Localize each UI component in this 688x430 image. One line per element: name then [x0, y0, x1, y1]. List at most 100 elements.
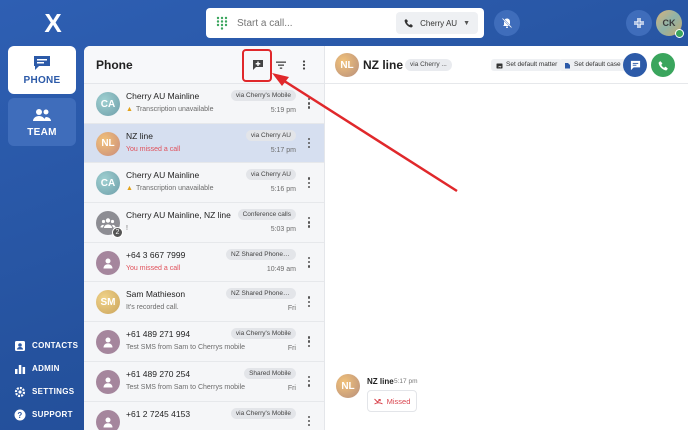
- contact-avatar: [96, 330, 120, 355]
- message-author: NZ line: [367, 377, 394, 386]
- conversation-time: Fri: [287, 305, 296, 313]
- detail-line-tag[interactable]: via Cherry ...: [405, 59, 452, 71]
- conversation-time: 5:03 pm: [270, 226, 296, 234]
- svg-text:?: ?: [17, 411, 22, 420]
- conversation-time: 5:17 pm: [270, 146, 296, 154]
- collapse-button[interactable]: [626, 10, 652, 36]
- conversation-subtitle: Test SMS from Sam to Cherrys mobile: [126, 344, 246, 352]
- phone-list-panel: Phone CA Cherry AU Mainline ▲ Transcripti…: [84, 46, 324, 430]
- conversation-name: Cherry AU Mainline: [126, 170, 200, 181]
- nav-support-label: SUPPORT: [32, 410, 73, 419]
- filter-icon[interactable]: [275, 59, 287, 71]
- contact-avatar: [96, 369, 120, 394]
- conversation-name: Cherry AU Mainline, NZ line: [126, 210, 231, 221]
- nav-settings[interactable]: SETTINGS: [14, 380, 86, 403]
- line-selector[interactable]: Cherry AU ▼: [396, 12, 478, 34]
- bell-off-icon: [501, 17, 513, 29]
- conversation-subtitle: ▲ Transcription unavailable: [126, 106, 214, 113]
- conversation-row[interactable]: +64 3 667 7999 You missed a call NZ Shar…: [84, 242, 324, 283]
- line-tag: via Cherry's Mobile: [230, 90, 296, 101]
- missed-call-icon: [373, 398, 383, 404]
- conversation-row[interactable]: +61 489 270 254 Test SMS from Sam to Che…: [84, 361, 324, 402]
- line-selector-value: Cherry AU: [420, 18, 458, 28]
- row-menu-icon[interactable]: [308, 296, 312, 308]
- nav-support[interactable]: ? SUPPORT: [14, 403, 86, 426]
- message-time: 5:17 pm: [394, 378, 418, 385]
- phone-list-header: Phone: [84, 46, 324, 84]
- row-menu-icon[interactable]: [308, 256, 312, 269]
- conversation-detail-header: NL NZ line via Cherry ... Set default ma…: [325, 46, 688, 84]
- conversation-subtitle: You missed a call: [126, 264, 181, 272]
- phone-icon: [658, 60, 668, 70]
- contact-avatar: [96, 409, 120, 430]
- conversation-subtitle: You missed a call: [126, 145, 181, 153]
- help-icon: ?: [14, 409, 26, 420]
- contact-avatar: NL: [96, 131, 120, 156]
- nav-team[interactable]: TEAM: [8, 98, 76, 146]
- row-menu-icon[interactable]: [308, 217, 312, 229]
- dialpad-icon[interactable]: [215, 16, 229, 30]
- conversation-name: NZ line: [126, 130, 153, 141]
- row-menu-icon[interactable]: [308, 177, 312, 189]
- nav-settings-label: SETTINGS: [32, 387, 75, 396]
- briefcase-icon: [496, 63, 503, 68]
- row-menu-icon[interactable]: [308, 415, 312, 428]
- person-icon: [103, 377, 113, 388]
- call-search-bar: Cherry AU ▼: [206, 8, 484, 38]
- conversation-time: 10:49 am: [266, 265, 296, 273]
- conversation-list: CA Cherry AU Mainline ▲ Transcription una…: [84, 84, 324, 430]
- call-search-input[interactable]: [237, 17, 407, 29]
- conversation-time: 5:19 pm: [270, 107, 296, 114]
- set-default-case-button[interactable]: Set default case: [559, 59, 626, 71]
- nav-contacts[interactable]: CONTACTS: [14, 334, 86, 357]
- person-icon: [103, 337, 113, 348]
- phone-list-title: Phone: [96, 57, 133, 72]
- missed-call-bubble[interactable]: Missed: [367, 390, 417, 412]
- app-logo[interactable]: X: [30, 10, 76, 36]
- conversation-row[interactable]: 2 Cherry AU Mainline, NZ line ! Conferen…: [84, 203, 324, 243]
- conversation-subtitle-text: Transcription unavailable: [135, 185, 214, 193]
- conversation-row[interactable]: +61 489 271 994 Test SMS from Sam to Che…: [84, 322, 324, 362]
- conversation-row[interactable]: SM Sam Mathieson It's recorded call. NZ …: [84, 282, 324, 323]
- gear-icon: [14, 386, 26, 397]
- conversation-row[interactable]: CA Cherry AU Mainline ▲ Transcription una…: [84, 84, 324, 124]
- set-default-matter-button[interactable]: Set default matter: [491, 59, 563, 71]
- line-tag: Conference calls: [237, 209, 296, 221]
- message-icon: [630, 60, 640, 70]
- message-author-avatar: NL: [336, 374, 360, 398]
- row-menu-icon[interactable]: [308, 137, 312, 150]
- conversation-row-selected[interactable]: NL NZ line You missed a call via Cherry …: [84, 123, 324, 164]
- nav-phone[interactable]: PHONE: [8, 46, 76, 94]
- chevron-down-icon: ▼: [463, 19, 470, 27]
- rail-links: CONTACTS ADMIN SETTINGS ? SUPPORT: [14, 334, 86, 426]
- contact-avatar: CA: [96, 171, 120, 196]
- contact-avatar: SM: [96, 290, 120, 315]
- bar-chart-icon: [15, 364, 26, 374]
- conversation-name: +61 489 270 254: [126, 368, 191, 379]
- row-menu-icon[interactable]: [308, 375, 312, 388]
- conversation-row[interactable]: CA Cherry AU Mainline ▲ Transcription una…: [84, 163, 324, 204]
- conversation-time: 5:16 pm: [270, 186, 296, 194]
- row-menu-icon[interactable]: [308, 336, 312, 348]
- conversation-time: Fri: [287, 384, 296, 392]
- conversation-detail-panel: NL NZ line via Cherry ... Set default ma…: [324, 46, 688, 430]
- line-tag: NZ Shared Phone Te...: [226, 288, 296, 300]
- presence-status-dot: [675, 29, 684, 38]
- call-button[interactable]: [651, 53, 675, 77]
- set-default-matter-label: Set default matter: [506, 61, 558, 68]
- warning-icon: ▲: [126, 106, 133, 113]
- nav-admin[interactable]: ADMIN: [14, 357, 86, 380]
- more-vertical-icon[interactable]: [298, 59, 310, 71]
- conversation-row[interactable]: +61 2 7245 4153 via Cherry's Mobile: [84, 401, 324, 430]
- conversation-time: Fri: [287, 345, 296, 353]
- conversation-name: +61 2 7245 4153: [126, 408, 191, 419]
- mute-notifications-button[interactable]: [494, 10, 520, 36]
- nav-admin-label: ADMIN: [32, 364, 60, 373]
- conversation-subtitle: It's recorded call.: [126, 304, 179, 312]
- nav-phone-label: PHONE: [23, 75, 61, 86]
- row-menu-icon[interactable]: [308, 98, 312, 110]
- line-tag: via Cherry's Mobile: [230, 407, 296, 419]
- send-message-button[interactable]: [623, 53, 647, 77]
- line-tag: via Cherry AU: [245, 129, 296, 141]
- set-default-case-label: Set default case: [574, 61, 621, 68]
